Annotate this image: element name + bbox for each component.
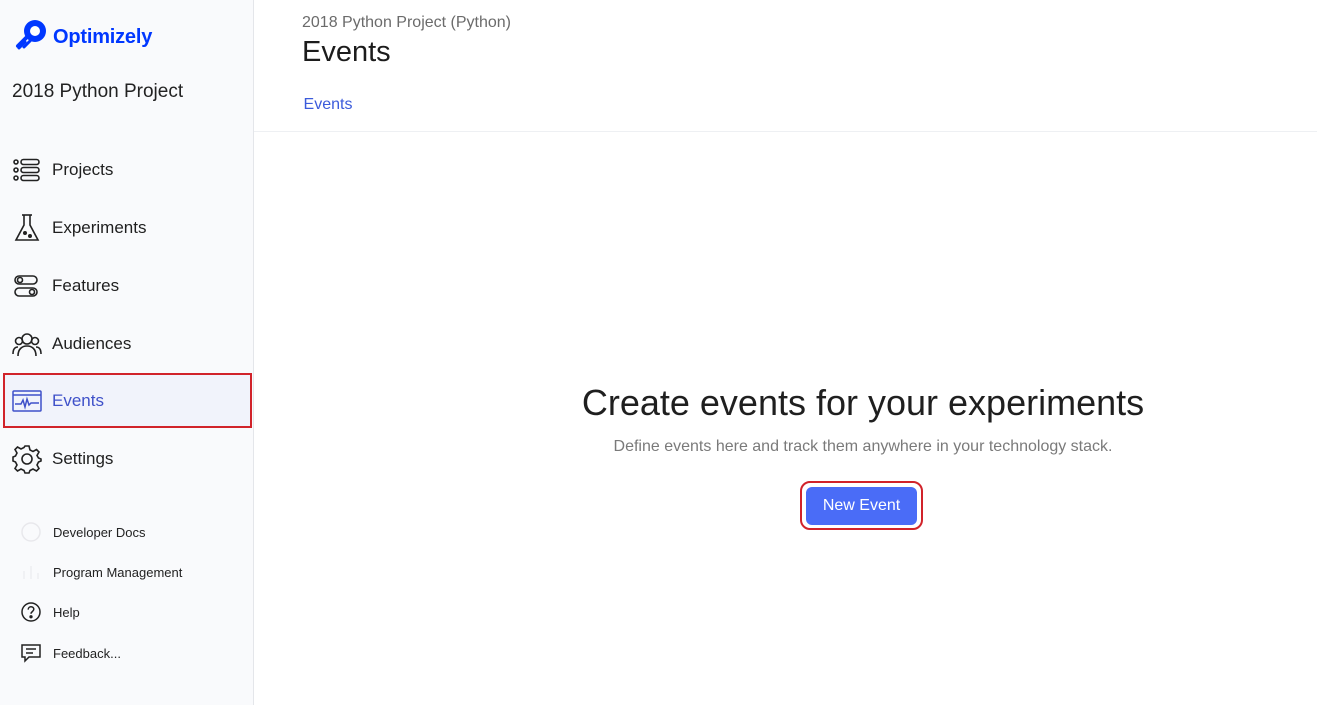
brand-logo[interactable]: Optimizely [13,17,152,58]
help-label: Help [53,604,80,620]
sidebar-item-projects[interactable]: Projects [3,142,252,197]
help-link[interactable]: Help [19,600,80,624]
list-icon [12,155,42,185]
new-event-button-highlight: New Event [800,481,923,530]
tab-events[interactable]: Events [284,88,372,132]
help-icon [19,600,43,624]
program-management-label: Program Management [53,564,183,580]
people-icon [12,329,42,359]
empty-state-subtitle: Define events here and track them anywhe… [613,438,1113,455]
sidebar-item-settings[interactable]: Settings [3,431,252,486]
sidebar-item-label: Features [52,275,120,295]
sidebar-item-label: Experiments [52,217,147,237]
sidebar-item-audiences[interactable]: Audiences [3,316,252,371]
feedback-icon [19,641,43,665]
developer-docs-label: Developer Docs [53,524,146,540]
sidebar-item-label: Audiences [52,333,132,353]
new-event-button[interactable]: New Event [806,486,917,525]
brand-name: Optimizely [53,26,153,48]
sidebar-item-label: Settings [52,448,114,468]
feedback-link[interactable]: Feedback... [19,641,121,665]
toggle-icon [12,271,42,301]
sidebar: Optimizely 2018 Python Project Projects … [0,0,254,705]
header-divider [254,131,1317,132]
sidebar-item-events[interactable]: Events [3,373,252,428]
program-management-link[interactable]: Program Management [19,560,182,584]
gear-icon [12,444,42,474]
sidebar-item-label: Projects [52,159,114,179]
project-name: 2018 Python Project [12,81,184,102]
flask-icon [12,213,42,243]
feedback-label: Feedback... [53,645,121,661]
empty-state-title: Create events for your experiments [581,382,1145,423]
pulse-icon [12,386,42,416]
developer-docs-link[interactable]: Developer Docs [19,520,146,544]
optimizely-logo-icon [13,17,49,58]
page-title: Events [302,36,391,68]
sidebar-item-features[interactable]: Features [3,258,252,313]
sidebar-item-label: Events [52,390,104,410]
breadcrumb[interactable]: 2018 Python Project (Python) [302,14,511,32]
chart-icon [19,560,43,584]
code-icon [19,520,43,544]
sidebar-item-experiments[interactable]: Experiments [3,200,252,255]
